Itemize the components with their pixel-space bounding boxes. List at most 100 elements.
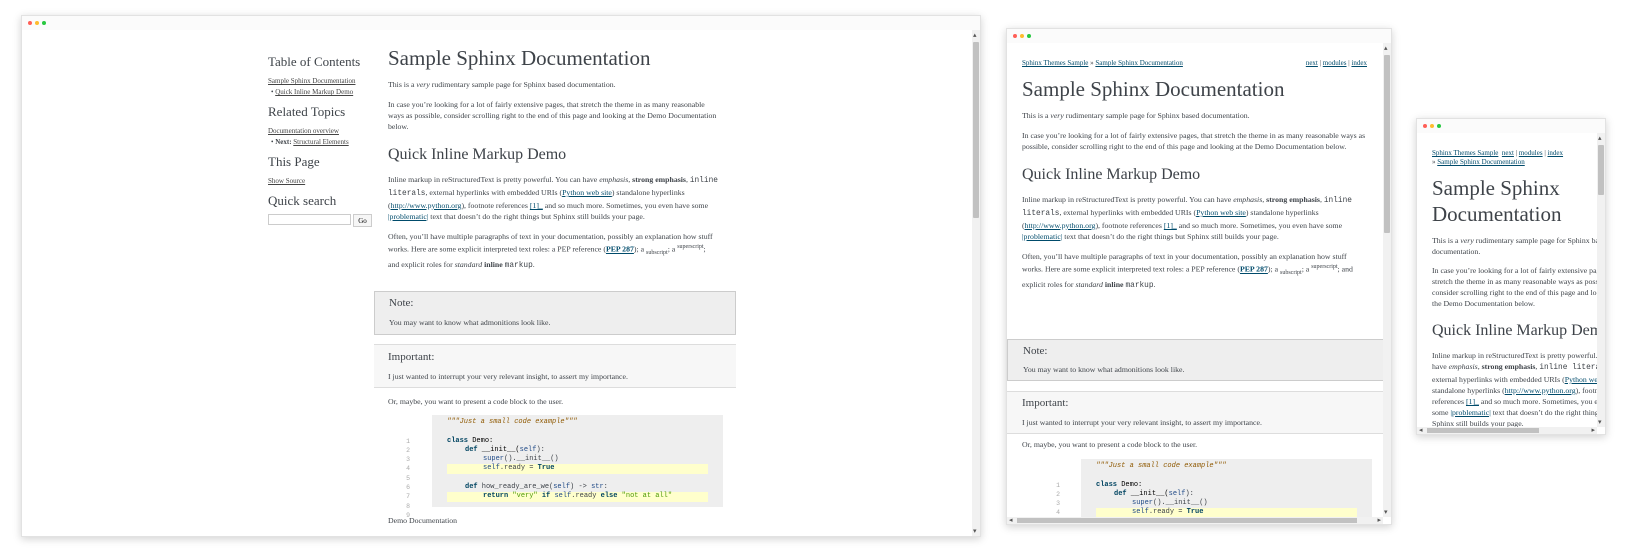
- window-controls: [1423, 124, 1441, 128]
- horizontal-scrollbar[interactable]: ◂ ▸: [1417, 427, 1597, 434]
- horizontal-scrollbar-thumb[interactable]: [1017, 518, 1357, 523]
- code-intro: Or, maybe, you want to present a code bl…: [388, 397, 564, 406]
- window-titlebar: [1417, 119, 1605, 133]
- scroll-down-arrow-icon[interactable]: ▾: [1384, 509, 1388, 516]
- important-title: Important:: [1022, 397, 1069, 409]
- scroll-right-arrow-icon[interactable]: ▸: [1377, 517, 1381, 524]
- sidebar: Table of Contents Sample Sphinx Document…: [268, 54, 372, 227]
- problematic-link[interactable]: |problematic|: [1450, 408, 1490, 417]
- intro-paragraph-2: In case you’re looking for a lot of fair…: [1432, 266, 1597, 308]
- main-content: Sample Sphinx Documentation This is a ve…: [1432, 175, 1597, 427]
- index-link[interactable]: index: [1547, 149, 1563, 157]
- main-content: Sample Sphinx Documentation This is a ve…: [1022, 77, 1367, 292]
- breadcrumb-current-link[interactable]: Sample Sphinx Documentation: [1095, 59, 1183, 67]
- scrollbar-thumb[interactable]: [1598, 145, 1604, 195]
- python-org-link[interactable]: http://www.python.org: [1025, 221, 1096, 230]
- python-web-site-link[interactable]: Python web site: [1196, 208, 1246, 217]
- code-block: 12345678 """Just a small code example"""…: [1022, 459, 1372, 517]
- page-title: Sample Sphinx Documentation: [1432, 176, 1562, 226]
- maximize-window-button[interactable]: [42, 21, 46, 25]
- scroll-left-arrow-icon[interactable]: ◂: [1419, 427, 1423, 434]
- note-admonition: Note: You may want to know what admoniti…: [1007, 339, 1383, 381]
- horizontal-scrollbar[interactable]: ◂ ▸: [1007, 517, 1383, 524]
- note-body: You may want to know what admonitions lo…: [1023, 365, 1185, 374]
- this-page-title: This Page: [268, 154, 320, 169]
- minimize-window-button[interactable]: [1020, 34, 1024, 38]
- breadcrumb-root-link[interactable]: Sphinx Themes Sample: [1432, 149, 1498, 157]
- scroll-left-arrow-icon[interactable]: ◂: [1009, 517, 1013, 524]
- vertical-scrollbar[interactable]: ▴ ▾: [1597, 133, 1605, 427]
- important-body: I just wanted to interrupt your very rel…: [1022, 418, 1262, 427]
- footnote-link[interactable]: [1]_: [1164, 221, 1177, 230]
- code-intro: Or, maybe, you want to present a code bl…: [1022, 440, 1198, 449]
- scroll-up-arrow-icon[interactable]: ▴: [1384, 45, 1388, 52]
- vertical-scrollbar[interactable]: ▴ ▾: [972, 30, 980, 536]
- search-input[interactable]: [268, 214, 351, 225]
- pep-287-link[interactable]: PEP 287: [1240, 265, 1268, 274]
- markup-paragraph: Inline markup in reStructuredText is pre…: [388, 175, 718, 221]
- section-title: Quick Inline Markup Demo: [388, 146, 567, 163]
- vertical-scrollbar[interactable]: ▴ ▾: [1383, 43, 1391, 517]
- scrollbar-thumb[interactable]: [973, 42, 979, 218]
- problematic-link[interactable]: |problematic|: [388, 212, 428, 221]
- markup-paragraph: Inline markup in reStructuredText is pre…: [1022, 195, 1352, 241]
- toc-link[interactable]: Sample Sphinx Documentation: [268, 77, 356, 85]
- modules-link[interactable]: modules: [1519, 149, 1543, 157]
- breadcrumb: Sphinx Themes Sample » Sample Sphinx Doc…: [1022, 59, 1183, 67]
- main-content: Sample Sphinx Documentation This is a ve…: [388, 46, 718, 272]
- scroll-right-arrow-icon[interactable]: ▸: [1591, 427, 1595, 434]
- close-window-button[interactable]: [28, 21, 32, 25]
- index-link[interactable]: index: [1351, 59, 1367, 67]
- code-block: 123456789 """Just a small code example""…: [388, 415, 723, 519]
- desktop-window: Table of Contents Sample Sphinx Document…: [21, 15, 981, 537]
- python-web-site-link[interactable]: Python web site: [1565, 375, 1597, 384]
- maximize-window-button[interactable]: [1437, 124, 1441, 128]
- scroll-down-arrow-icon[interactable]: ▾: [973, 528, 977, 535]
- important-title: Important:: [388, 351, 435, 363]
- window-titlebar: [1007, 29, 1391, 43]
- scrollbar-thumb[interactable]: [1384, 55, 1390, 233]
- python-web-site-link[interactable]: Python web site: [562, 188, 612, 197]
- scroll-up-arrow-icon[interactable]: ▴: [973, 32, 977, 39]
- pep-287-link[interactable]: PEP 287: [606, 245, 634, 254]
- mobile-window: Sphinx Themes Sample next | modules | in…: [1416, 118, 1606, 435]
- related-nav-links: next | modules | index: [1305, 59, 1367, 67]
- intro-paragraph: This is a very rudimentary sample page f…: [1022, 111, 1250, 120]
- python-org-link[interactable]: http://www.python.org: [1505, 386, 1576, 395]
- window-controls: [1013, 34, 1031, 38]
- next-link[interactable]: next: [1306, 59, 1318, 67]
- line-numbers: 12345678: [1056, 481, 1060, 517]
- intro-paragraph-2: In case you’re looking for a lot of fair…: [1022, 131, 1366, 151]
- modules-link[interactable]: modules: [1323, 59, 1347, 67]
- search-form: Go: [268, 214, 372, 227]
- section-title: Quick Inline Markup Demo: [1432, 322, 1597, 339]
- tablet-window: Sphinx Themes Sample » Sample Sphinx Doc…: [1006, 28, 1392, 525]
- minimize-window-button[interactable]: [1430, 124, 1434, 128]
- close-window-button[interactable]: [1013, 34, 1017, 38]
- related-bar: Sphinx Themes Sample next | modules | in…: [1432, 149, 1564, 166]
- show-source-link[interactable]: Show Source: [268, 177, 305, 185]
- breadcrumb-root-link[interactable]: Sphinx Themes Sample: [1022, 59, 1088, 67]
- scroll-down-arrow-icon[interactable]: ▾: [1598, 419, 1602, 426]
- python-org-link[interactable]: http://www.python.org: [391, 201, 462, 210]
- related-topics-title: Related Topics: [268, 104, 346, 119]
- scroll-up-arrow-icon[interactable]: ▴: [1598, 135, 1602, 142]
- quick-search-title: Quick search: [268, 193, 337, 208]
- next-topic-link[interactable]: Structural Elements: [293, 138, 348, 146]
- close-window-button[interactable]: [1423, 124, 1427, 128]
- demo-documentation-heading: Demo Documentation: [388, 516, 458, 525]
- breadcrumb-current-link[interactable]: Sample Sphinx Documentation: [1437, 158, 1525, 166]
- documentation-overview-link[interactable]: Documentation overview: [268, 127, 339, 135]
- next-label: Next:: [275, 138, 292, 146]
- problematic-link[interactable]: |problematic|: [1022, 232, 1062, 241]
- roles-paragraph: Often, you’ll have multiple paragraphs o…: [1022, 252, 1353, 291]
- next-link[interactable]: next: [1502, 149, 1514, 157]
- footnote-link[interactable]: [1]_: [530, 201, 543, 210]
- horizontal-scrollbar-thumb[interactable]: [1427, 428, 1539, 433]
- search-go-button[interactable]: Go: [353, 214, 372, 227]
- toc-sub-link[interactable]: Quick Inline Markup Demo: [275, 88, 353, 96]
- maximize-window-button[interactable]: [1027, 34, 1031, 38]
- markup-paragraph: Inline markup in reStructuredText is pre…: [1432, 350, 1597, 427]
- footnote-link[interactable]: [1]_: [1466, 397, 1479, 406]
- minimize-window-button[interactable]: [35, 21, 39, 25]
